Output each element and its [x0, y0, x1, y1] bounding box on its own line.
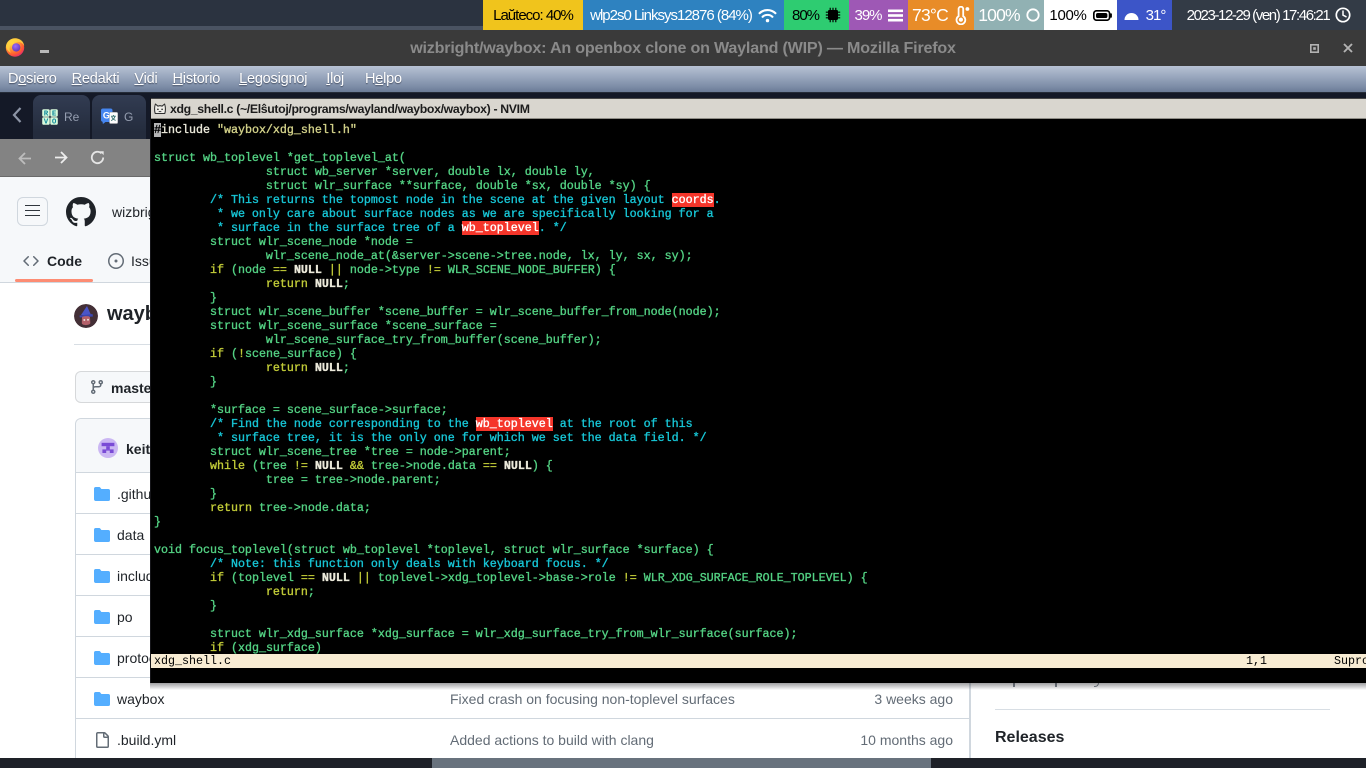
- svg-text:G: G: [103, 110, 110, 120]
- svg-text:O: O: [52, 119, 57, 125]
- svg-text:V: V: [44, 119, 49, 125]
- svg-text:R: R: [44, 111, 49, 119]
- svg-text:E: E: [52, 111, 57, 119]
